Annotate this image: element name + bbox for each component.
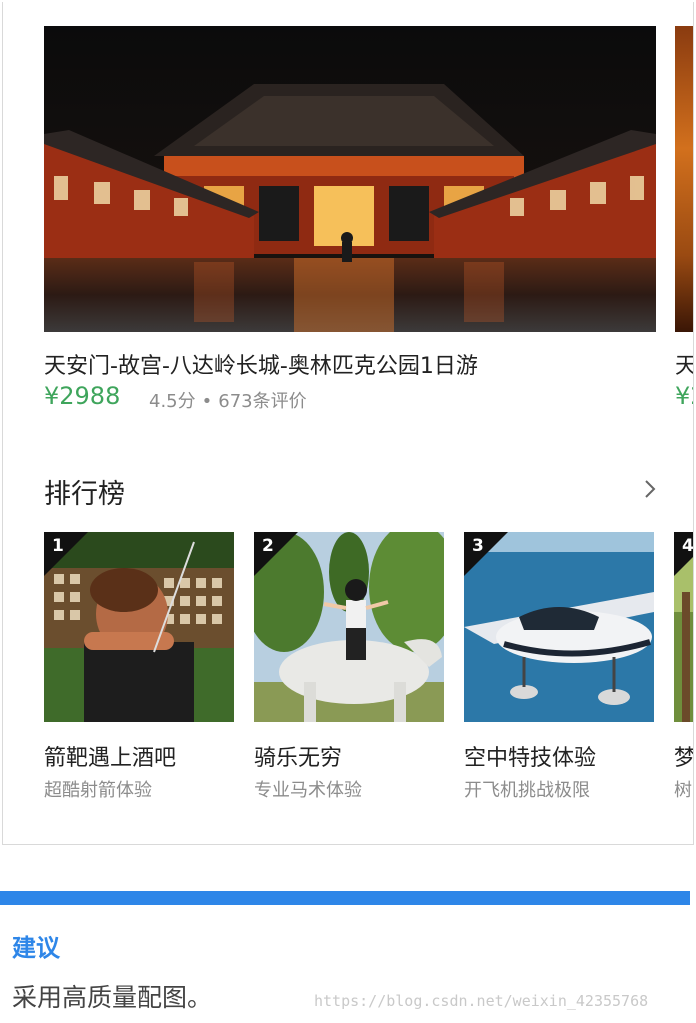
ranking-card-title[interactable]: 骑乐无穷	[254, 740, 342, 772]
ranking-card-subtitle: 超酷射箭体验	[44, 780, 152, 801]
watermark-text: https://blog.csdn.net/weixin_42355768	[314, 992, 649, 1010]
featured-tour-image[interactable]	[44, 26, 656, 332]
tip-heading: 建议	[12, 934, 60, 962]
ranking-card-title[interactable]: 空中特技体验	[464, 740, 596, 772]
ranking-card[interactable]: 3 空中特技体验 开飞机挑战极限	[464, 532, 654, 801]
ranking-card-subtitle: 开飞机挑战极限	[464, 780, 590, 801]
ranking-card-image[interactable]: 1	[44, 532, 234, 722]
chevron-right-icon[interactable]	[639, 476, 661, 502]
rank-number: 1	[52, 536, 64, 556]
tip-text: 采用高质量配图。	[12, 983, 213, 1012]
featured-tour-meta: 4.5分 • 673条评价	[149, 387, 307, 413]
rating-text: 4.5分	[149, 391, 196, 412]
app-screen: 天安门-故宫-八达岭长城-奥林匹克公园1日游 天 ¥2988 ¥2 4.5分•6…	[2, 2, 694, 845]
ranking-card[interactable]: 4 梦 树	[674, 532, 694, 801]
temple-night-photo	[44, 26, 656, 332]
rank-number: 2	[262, 536, 274, 556]
tip-accent-bar	[0, 891, 690, 905]
ranking-card-image[interactable]: 2	[254, 532, 444, 722]
ranking-card[interactable]: 1 箭靶遇上酒吧 超酷射箭体验	[44, 532, 234, 801]
ranking-title: 排行榜	[44, 479, 125, 510]
next-tour-image[interactable]	[675, 26, 693, 332]
rank-badge	[464, 532, 508, 576]
ranking-card-subtitle: 专业马术体验	[254, 780, 362, 801]
featured-tour-title[interactable]: 天安门-故宫-八达岭长城-奥林匹克公园1日游	[44, 348, 478, 380]
rank-badge	[254, 532, 298, 576]
next-tour-title[interactable]: 天	[675, 348, 693, 380]
featured-tour-price: ¥2988	[44, 382, 121, 410]
ranking-card-image[interactable]: 4	[674, 532, 694, 722]
ranking-card-subtitle: 树	[674, 780, 692, 801]
ranking-card-title[interactable]: 梦	[674, 740, 693, 772]
rank-number: 4	[682, 536, 694, 556]
ranking-card-image[interactable]: 3	[464, 532, 654, 722]
ranking-card[interactable]: 2 骑乐无穷 专业马术体验	[254, 532, 444, 801]
ranking-card-title[interactable]: 箭靶遇上酒吧	[44, 740, 176, 772]
rank-badge	[44, 532, 88, 576]
review-count: 673条评价	[218, 391, 307, 412]
meta-separator: •	[201, 391, 213, 412]
rank-number: 3	[472, 536, 484, 556]
next-tour-price: ¥2	[675, 382, 693, 410]
